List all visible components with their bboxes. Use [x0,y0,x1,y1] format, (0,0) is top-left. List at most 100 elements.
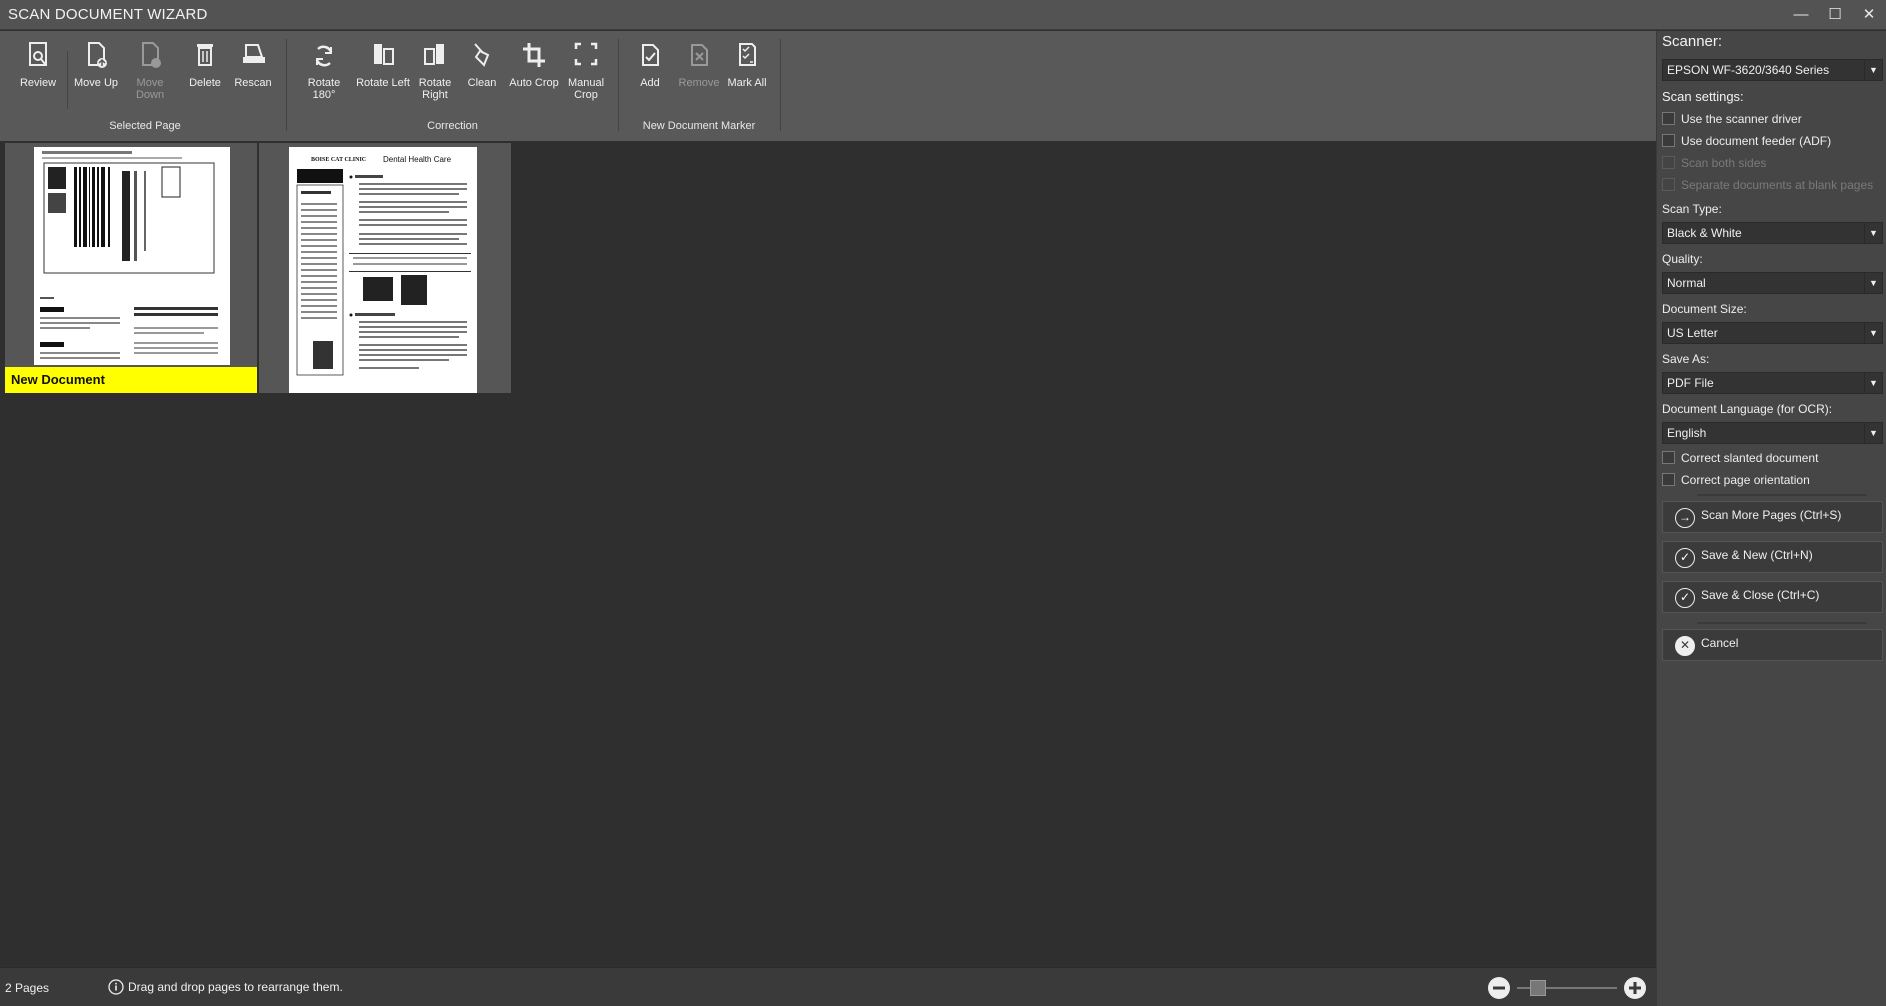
checkbox-box [1662,451,1675,464]
mark-all-icon [739,43,756,66]
flyer-brand: BOISE CAT CLINIC [311,157,366,163]
ribbon-toolbar: Review Move Up Move Down Delete Rescan R… [0,31,1656,167]
rotate-180-icon [315,45,333,67]
rescan-button[interactable]: Rescan [233,39,273,89]
toolbar-divider [618,39,619,131]
review-icon [29,42,47,66]
review-button[interactable]: Review [17,39,59,89]
divider [1697,622,1867,624]
scan-type-label: Scan Type: [1662,202,1722,216]
zoom-slider-thumb[interactable] [1529,980,1546,996]
rotate-left-button[interactable]: Rotate Left [356,39,410,89]
scan-both-sides-checkbox[interactable]: Scan both sides [1662,156,1766,170]
dental-flyer-page-icon: BOISE CAT CLINIC Dental Health Care [296,155,471,376]
zoom-in-icon[interactable] [1623,976,1647,1000]
toolbar-divider [67,51,68,109]
maximize-button[interactable]: ☐ [1822,4,1848,26]
cancel-button[interactable]: ✕ Cancel [1662,629,1883,661]
save-close-button[interactable]: ✓ Save & Close (Ctrl+C) [1662,581,1883,613]
document-size-select[interactable]: US Letter ▼ [1662,322,1883,344]
toolbar-divider [286,39,287,131]
delete-button[interactable]: Delete [186,39,224,89]
chevron-down-icon: ▼ [1864,373,1882,393]
save-new-button[interactable]: ✓ Save & New (Ctrl+N) [1662,541,1883,573]
mark-all-button[interactable]: Mark All [726,39,768,89]
info-icon [108,979,124,995]
chevron-down-icon: ▼ [1864,273,1882,293]
correct-orientation-checkbox[interactable]: Correct page orientation [1662,473,1810,487]
drag-hint: Drag and drop pages to rearrange them. [128,980,343,994]
toolbar-divider [780,39,781,131]
new-document-marker[interactable]: New Document [5,367,257,393]
broom-icon [474,43,490,67]
group-label-selected-page: Selected Page [109,120,181,132]
manual-crop-icon [574,42,598,66]
rotate-right-button[interactable]: Rotate Right [414,39,456,101]
group-label-correction: Correction [427,120,478,132]
page-thumbnail[interactable]: New Document [5,143,257,393]
chevron-down-icon: ▼ [1864,60,1882,80]
auto-crop-button[interactable]: Auto Crop [508,39,560,89]
chevron-down-icon: ▼ [1864,223,1882,243]
group-label-new-document-marker: New Document Marker [642,120,756,132]
rotate-right-icon [424,44,444,65]
move-up-button[interactable]: Move Up [73,39,119,89]
rotate-180-button[interactable]: Rotate 180° [296,39,352,101]
crop-icon [523,43,545,67]
page-canvas: New Document BOISE CAT CLINIC Dental Hea… [0,141,1656,967]
page-image [34,147,230,365]
move-down-button[interactable]: Move Down [122,39,178,101]
move-down-icon [142,42,161,68]
rotate-left-icon [374,44,394,65]
quality-label: Quality: [1662,252,1703,266]
zoom-out-icon[interactable] [1487,976,1511,1000]
ocr-language-select[interactable]: English ▼ [1662,422,1883,444]
chevron-down-icon: ▼ [1864,423,1882,443]
remove-document-icon [691,44,708,66]
scan-settings-panel: Scanner: EPSON WF-3620/3640 Series ▼ Sca… [1656,31,1886,1006]
page-thumbnail[interactable]: BOISE CAT CLINIC Dental Health Care [259,143,511,393]
add-document-icon [642,44,659,66]
document-size-label: Document Size: [1662,302,1747,316]
quality-select[interactable]: Normal ▼ [1662,272,1883,294]
shipping-label-page-icon [40,151,218,359]
flyer-title: Dental Health Care [383,155,452,164]
status-bar: 2 Pages Drag and drop pages to rearrange… [0,967,1656,1006]
scanner-icon [243,44,265,63]
use-document-feeder-checkbox[interactable]: Use document feeder (ADF) [1662,134,1831,148]
add-marker-button[interactable]: Add [632,39,668,89]
ocr-language-label: Document Language (for OCR): [1662,402,1833,416]
title-bar: SCAN DOCUMENT WIZARD — ☐ ✕ [0,0,1886,30]
move-up-icon [88,42,107,68]
scanner-select[interactable]: EPSON WF-3620/3640 Series ▼ [1662,59,1883,81]
checkmark-icon: ✓ [1675,548,1695,568]
minimize-button[interactable]: — [1788,4,1814,26]
save-as-label: Save As: [1662,352,1710,366]
cancel-x-icon: ✕ [1675,636,1695,656]
scan-more-pages-button[interactable]: → Scan More Pages (Ctrl+S) [1662,501,1883,533]
checkbox-box [1662,473,1675,486]
checkbox-box [1662,112,1675,125]
use-scanner-driver-checkbox[interactable]: Use the scanner driver [1662,112,1802,126]
scan-settings-heading: Scan settings: [1662,89,1744,104]
remove-marker-button[interactable]: Remove [678,39,720,89]
window-title: SCAN DOCUMENT WIZARD [8,6,208,23]
arrow-right-icon: → [1675,508,1695,528]
scan-type-select[interactable]: Black & White ▼ [1662,222,1883,244]
checkbox-box [1662,134,1675,147]
divider [1697,494,1867,496]
checkmark-icon: ✓ [1675,588,1695,608]
save-as-select[interactable]: PDF File ▼ [1662,372,1883,394]
manual-crop-button[interactable]: Manual Crop [566,39,606,101]
chevron-down-icon: ▼ [1864,323,1882,343]
clean-button[interactable]: Clean [463,39,501,89]
separate-documents-checkbox[interactable]: Separate documents at blank pages [1662,178,1873,192]
checkbox-box [1662,156,1675,169]
page-count: 2 Pages [5,981,50,995]
page-image: BOISE CAT CLINIC Dental Health Care [289,147,477,393]
trash-icon [197,44,213,66]
close-button[interactable]: ✕ [1856,4,1882,26]
scanner-heading: Scanner: [1662,33,1723,50]
correct-slanted-checkbox[interactable]: Correct slanted document [1662,451,1818,465]
checkbox-box [1662,178,1675,191]
